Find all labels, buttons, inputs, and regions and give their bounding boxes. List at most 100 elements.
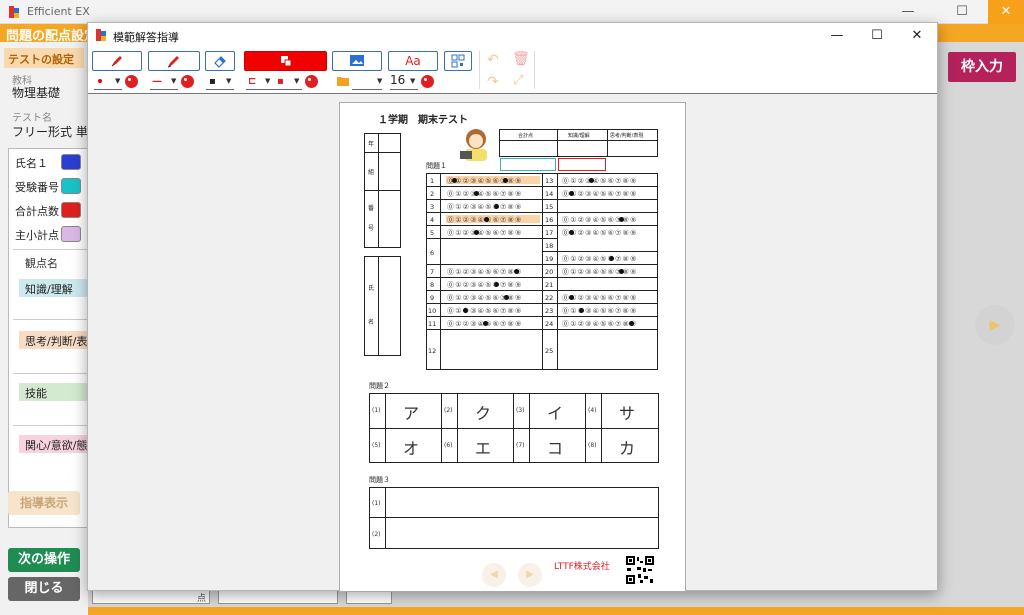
main-close-button[interactable]: ✕: [988, 0, 1024, 24]
bubble-row: ⓪①②③④⑤⑥⑦⑧⑨: [562, 320, 638, 328]
main-minimize-button[interactable]: —: [892, 0, 924, 24]
knowledge-score-frame[interactable]: [558, 158, 606, 171]
q2-answer: エ: [475, 439, 492, 458]
view-item-knowledge[interactable]: 知識/理解: [19, 279, 91, 297]
test-settings-tab[interactable]: テストの設定: [4, 48, 84, 68]
chevron-down-icon[interactable]: ▼: [171, 77, 176, 85]
pen-color-palette-icon[interactable]: [125, 75, 138, 88]
score-header-knowledge: 知識/理解: [568, 133, 590, 139]
name-field-link-button[interactable]: [61, 154, 81, 170]
q1-number: 22: [545, 294, 554, 302]
filled-mark: [503, 178, 508, 183]
next-page-arrow-icon[interactable]: ▶: [518, 563, 542, 587]
pen-size-value[interactable]: [98, 75, 102, 89]
chevron-down-icon[interactable]: ▼: [410, 77, 415, 85]
divider: [352, 89, 382, 90]
divider: [385, 487, 386, 549]
fit-expand-icon[interactable]: ⤢: [513, 73, 523, 88]
trash-icon[interactable]: 🗑: [512, 51, 530, 67]
filled-mark: [504, 295, 509, 300]
pen-icon: [111, 56, 122, 67]
label-family: 氏: [368, 285, 375, 292]
close-button[interactable]: 閉じる: [8, 577, 80, 601]
total-score-frame[interactable]: [500, 158, 556, 171]
marker-tool-button[interactable]: [148, 51, 200, 71]
next-action-button[interactable]: 次の操作: [8, 548, 80, 572]
shape-line-width-value[interactable]: ▪: [277, 75, 284, 89]
image-tool-button[interactable]: [332, 51, 382, 71]
guide-display-button[interactable]: 指導表示: [8, 491, 80, 515]
prev-page-arrow-icon[interactable]: ◀: [482, 563, 506, 587]
divider: [364, 190, 401, 191]
sheet-heading: １学期 期末テスト: [378, 115, 468, 126]
rect-shape-selector[interactable]: ⊏: [248, 75, 256, 89]
view-item-interest[interactable]: 関心/意欲/態度: [19, 435, 91, 453]
eraser-tool-button[interactable]: [205, 51, 235, 71]
bubble-row: ⓪①②③④⑤⑥⑦⑧⑨: [562, 177, 638, 185]
filled-mark: [619, 269, 624, 274]
q1-number: 8: [430, 281, 435, 289]
shape-tool-button[interactable]: [244, 51, 327, 71]
undo-icon[interactable]: ↶: [487, 52, 499, 68]
divider: [426, 264, 658, 265]
answer-sheet-page[interactable]: １学期 期末テスト 合計点 知識/理解 思考/判断/表現 年 組 番 号 氏 名: [339, 102, 686, 592]
filled-mark: [452, 178, 457, 183]
bubble-row: ⓪①②③④⑤⑥⑦⑧⑨: [447, 294, 523, 302]
q1-number: 7: [430, 268, 435, 276]
dialog-maximize-button[interactable]: ☐: [857, 23, 897, 48]
app-logo-icon: [96, 29, 106, 41]
dialog-close-button[interactable]: ✕: [897, 23, 937, 48]
divider: [246, 89, 302, 90]
divider: [585, 393, 586, 463]
shape-color-palette-icon[interactable]: [305, 75, 318, 88]
dialog-minimize-button[interactable]: —: [817, 23, 857, 48]
font-size-value[interactable]: 16: [390, 73, 405, 87]
bubble-row: ⓪①②③④⑤⑥⑦⑧⑨: [447, 307, 523, 315]
image-icon: [350, 55, 364, 66]
view-item-thinking[interactable]: 思考/判断/表現: [19, 331, 91, 349]
text-tool-button[interactable]: Aa: [388, 51, 438, 71]
chevron-down-icon[interactable]: ▼: [115, 77, 120, 85]
bottom-score-field[interactable]: 点: [92, 590, 210, 604]
divider: [607, 129, 608, 157]
divider: [529, 393, 530, 463]
bottom-accent-bar: [88, 607, 1024, 615]
bottom-field[interactable]: [346, 590, 392, 604]
divider: [440, 173, 441, 370]
field-label-exam-number: 受験番号: [15, 181, 59, 194]
drawing-toolbar: ▼ — ▼ ▪ ▼ ⊏ ▼ ▪ ▼ ▼ Aa 16 ▼ ↶ 🗑 ↷ ⤢: [88, 48, 937, 94]
dialog-titlebar: 模範解答指導 — ☐ ✕: [88, 23, 937, 48]
q1-number: 10: [428, 307, 437, 315]
eraser-size-value[interactable]: ▪: [209, 75, 216, 89]
text-color-palette-icon[interactable]: [421, 75, 434, 88]
line-width-value[interactable]: —: [152, 75, 162, 89]
redo-icon[interactable]: ↷: [487, 74, 499, 90]
q1-number: 2: [430, 190, 435, 198]
q1-number: 21: [545, 281, 554, 289]
bottom-field[interactable]: [218, 590, 338, 604]
subject-value[interactable]: 物理基礎: [12, 84, 60, 101]
bubble-row: ⓪①②③④⑤⑥⑦⑧⑨: [447, 268, 523, 276]
q2-answer: コ: [547, 439, 564, 458]
chevron-down-icon[interactable]: ▼: [294, 77, 299, 85]
main-maximize-button[interactable]: ☐: [946, 0, 978, 24]
chevron-down-icon[interactable]: ▼: [226, 77, 231, 85]
qr-code-button[interactable]: [444, 51, 472, 71]
exam-number-link-button[interactable]: [61, 178, 81, 194]
label-given: 名: [368, 319, 375, 326]
frame-input-button[interactable]: 枠入力: [948, 52, 1016, 82]
view-item-skill[interactable]: 技能: [19, 383, 91, 401]
subtotal-link-button[interactable]: [61, 226, 81, 242]
filled-mark: [609, 256, 614, 261]
total-score-link-button[interactable]: [61, 202, 81, 218]
divider: [13, 373, 89, 374]
q2-answer: ク: [475, 404, 492, 423]
next-page-arrow-icon[interactable]: ▶: [975, 305, 1015, 345]
chevron-down-icon[interactable]: ▼: [377, 77, 382, 85]
marker-color-palette-icon[interactable]: [181, 75, 194, 88]
chevron-down-icon[interactable]: ▼: [265, 77, 270, 85]
filled-mark: [579, 308, 584, 313]
testname-label: テスト名: [12, 113, 52, 124]
folder-icon[interactable]: [336, 75, 350, 87]
pen-tool-button[interactable]: [92, 51, 142, 71]
